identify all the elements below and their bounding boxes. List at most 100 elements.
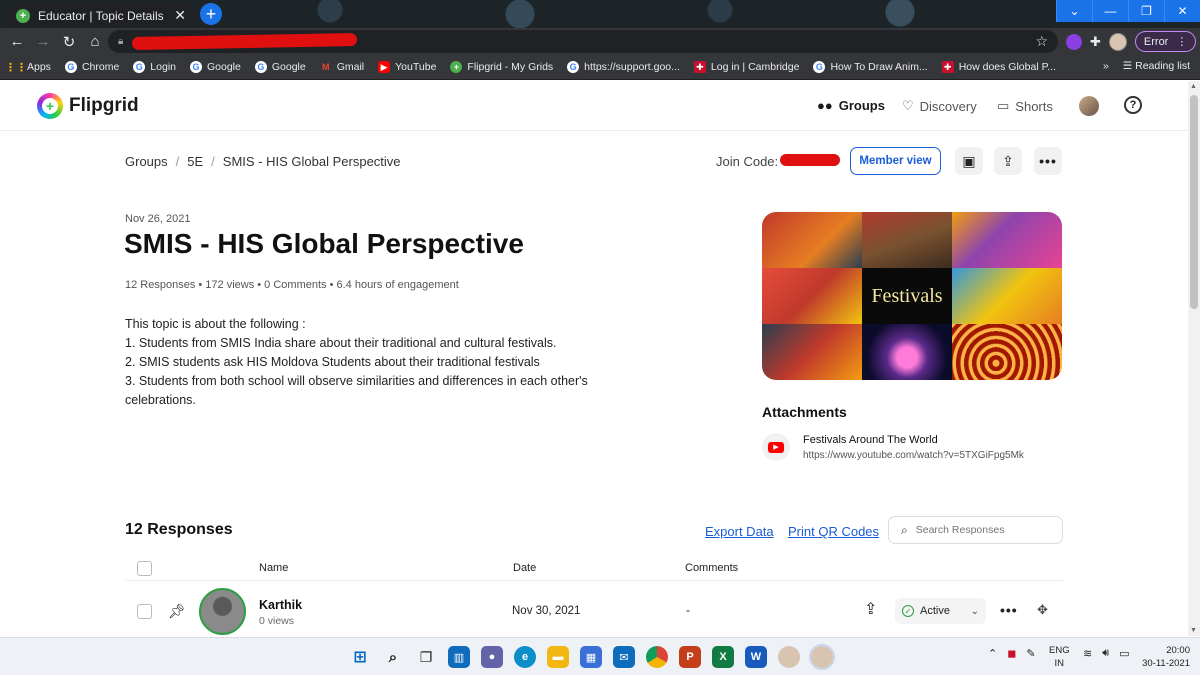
profile-avatar[interactable] bbox=[1108, 32, 1127, 51]
flipgrid-logo-icon: + bbox=[37, 93, 63, 119]
new-tab-button[interactable]: + bbox=[200, 3, 222, 25]
responses-heading: 12 Responses bbox=[125, 521, 233, 538]
forward-arrow-icon[interactable]: → bbox=[30, 33, 56, 50]
user-avatar[interactable] bbox=[1079, 96, 1099, 116]
attachment-title[interactable]: Festivals Around The World bbox=[803, 434, 938, 446]
home-icon[interactable]: ⌂ bbox=[82, 33, 108, 50]
bookmark-item[interactable]: G Google bbox=[190, 61, 241, 73]
mcafee-icon[interactable]: ◼ bbox=[1007, 647, 1016, 660]
pen-icon[interactable]: ✎ bbox=[1026, 647, 1035, 660]
extension-icon[interactable] bbox=[1066, 33, 1082, 50]
widgets-icon[interactable]: ▥ bbox=[448, 646, 470, 668]
scroll-thumb[interactable] bbox=[1190, 95, 1198, 309]
chevron-up-icon[interactable]: ⌃ bbox=[988, 647, 997, 660]
reload-icon[interactable]: ↻ bbox=[56, 33, 82, 51]
more-options-icon[interactable]: ••• bbox=[1034, 147, 1062, 175]
bookmark-item[interactable]: ✚ Log in | Cambridge bbox=[693, 61, 799, 73]
attachments-heading: Attachments bbox=[762, 404, 847, 420]
column-header-comments: Comments bbox=[685, 562, 739, 574]
bookmark-item[interactable]: G Login bbox=[133, 61, 176, 73]
close-tab-icon[interactable]: ✕ bbox=[174, 7, 186, 24]
print-qr-codes-link[interactable]: Print QR Codes bbox=[788, 524, 879, 539]
close-window-icon[interactable]: ✕ bbox=[1164, 0, 1200, 22]
present-view-icon[interactable]: ▣ bbox=[955, 147, 983, 175]
nav-groups[interactable]: ●● Groups bbox=[817, 98, 885, 113]
search-icon[interactable]: ⌕ bbox=[382, 646, 404, 668]
clock[interactable]: 20:00 30-11-2021 bbox=[1138, 644, 1190, 670]
bookmark-item[interactable]: Ghttps://support.goo... bbox=[567, 61, 680, 73]
wifi-icon[interactable]: ≋ bbox=[1083, 647, 1092, 660]
teams-chat-icon[interactable]: ● bbox=[481, 646, 503, 668]
bookmark-item[interactable]: G Chrome bbox=[64, 61, 119, 73]
powerpoint-icon[interactable]: P bbox=[679, 646, 701, 668]
file-explorer-icon[interactable]: ▬ bbox=[547, 646, 569, 668]
browser-tab[interactable]: + Educator | Topic Details ✕ bbox=[8, 3, 194, 28]
battery-icon[interactable]: ▭ bbox=[1119, 647, 1129, 660]
address-bar[interactable]: 🔒︎ ☆ bbox=[108, 30, 1058, 53]
lock-icon: 🔒︎ bbox=[118, 36, 124, 47]
google-icon: G bbox=[190, 61, 202, 73]
breadcrumb: Groups / 5E / SMIS - HIS Global Perspect… bbox=[125, 154, 401, 169]
scroll-up-icon[interactable]: ▲ bbox=[1190, 83, 1197, 90]
gmail-icon: M bbox=[321, 62, 330, 72]
google-icon: G bbox=[133, 61, 146, 73]
help-icon[interactable]: ? bbox=[1124, 96, 1142, 114]
edge-icon[interactable]: e bbox=[514, 646, 536, 668]
bookmark-item[interactable]: ⋮⋮ Apps bbox=[5, 61, 51, 74]
bookmark-star-icon[interactable]: ☆ bbox=[1035, 33, 1048, 50]
drag-handle-icon[interactable]: ✥ bbox=[1037, 602, 1048, 618]
row-checkbox[interactable] bbox=[137, 604, 152, 619]
language-indicator[interactable]: ENG IN bbox=[1049, 644, 1070, 670]
back-arrow-icon[interactable]: ← bbox=[4, 33, 30, 50]
chrome-profile-icon[interactable] bbox=[778, 646, 800, 668]
breadcrumb-group[interactable]: 5E bbox=[187, 154, 203, 169]
more-options-icon[interactable]: ••• bbox=[1000, 602, 1018, 618]
share-icon[interactable]: ⇪ bbox=[994, 147, 1022, 175]
share-icon[interactable]: ⇪ bbox=[864, 599, 877, 619]
bookmark-item[interactable]: + Flipgrid - My Grids bbox=[450, 61, 553, 73]
bookmark-item[interactable]: M Gmail bbox=[320, 61, 364, 73]
page-scrollbar[interactable]: ▲ ▼ bbox=[1188, 81, 1200, 636]
youtube-attachment-icon[interactable]: ▶ bbox=[762, 433, 790, 461]
pin-icon[interactable]: 📌︎ bbox=[168, 603, 186, 620]
scroll-down-icon[interactable]: ▼ bbox=[1190, 627, 1197, 634]
search-input[interactable] bbox=[915, 524, 1046, 536]
bookmark-item[interactable]: ✚ How does Global P... bbox=[941, 61, 1056, 73]
flipgrid-logo[interactable]: + Flipgrid bbox=[37, 93, 139, 119]
bookmarks-overflow-icon[interactable]: » bbox=[1103, 60, 1109, 72]
reading-list-icon: ☰ bbox=[1122, 60, 1136, 72]
attachment-url[interactable]: https://www.youtube.com/watch?v=5TXGiFpg… bbox=[803, 450, 1024, 461]
chrome-icon[interactable] bbox=[646, 646, 668, 668]
bookmark-item[interactable]: ▶ YouTube bbox=[378, 61, 436, 73]
microsoft-store-icon[interactable]: ▦ bbox=[580, 646, 602, 668]
extensions-puzzle-icon[interactable]: ✚ bbox=[1090, 34, 1101, 50]
reading-list-button[interactable]: ☰ Reading list bbox=[1123, 60, 1190, 72]
windows-start-icon[interactable]: ⊞ bbox=[349, 646, 371, 668]
nav-shorts[interactable]: ▭ Shorts bbox=[997, 98, 1053, 114]
flipgrid-page: + Flipgrid ●● Groups ♡ Discovery ▭ Short… bbox=[0, 81, 1188, 636]
export-data-link[interactable]: Export Data bbox=[705, 524, 774, 539]
excel-icon[interactable]: X bbox=[712, 646, 734, 668]
task-view-icon[interactable]: ❐ bbox=[415, 646, 437, 668]
word-icon[interactable]: W bbox=[745, 646, 767, 668]
response-thumbnail[interactable] bbox=[199, 588, 246, 635]
member-view-button[interactable]: Member view bbox=[850, 147, 941, 175]
minimize-icon[interactable]: — bbox=[1092, 0, 1128, 22]
breadcrumb-groups[interactable]: Groups bbox=[125, 154, 168, 169]
response-name[interactable]: Karthik bbox=[259, 598, 302, 612]
select-all-checkbox[interactable] bbox=[137, 561, 152, 576]
maximize-icon[interactable]: ❐ bbox=[1128, 0, 1164, 22]
tab-search-icon[interactable]: ⌄ bbox=[1056, 0, 1092, 22]
error-button[interactable]: Error ⋮ bbox=[1134, 31, 1197, 52]
mail-icon[interactable]: ✉ bbox=[613, 646, 635, 668]
nav-discovery[interactable]: ♡ Discovery bbox=[902, 98, 977, 114]
bookmark-item[interactable]: G How To Draw Anim... bbox=[813, 61, 928, 73]
bookmark-item[interactable]: G Google bbox=[254, 61, 306, 73]
volume-icon[interactable]: 🔊︎ bbox=[1102, 647, 1109, 660]
chrome-profile-icon[interactable] bbox=[809, 644, 835, 670]
description-line: 2. SMIS students ask HIS Moldova Student… bbox=[125, 355, 540, 369]
topic-title: SMIS - HIS Global Perspective bbox=[124, 228, 524, 259]
status-dropdown[interactable]: ✓ Active ⌄ bbox=[895, 598, 986, 624]
tab-title: Educator | Topic Details bbox=[38, 8, 164, 23]
topic-description: This topic is about the following : 1. S… bbox=[125, 315, 615, 410]
